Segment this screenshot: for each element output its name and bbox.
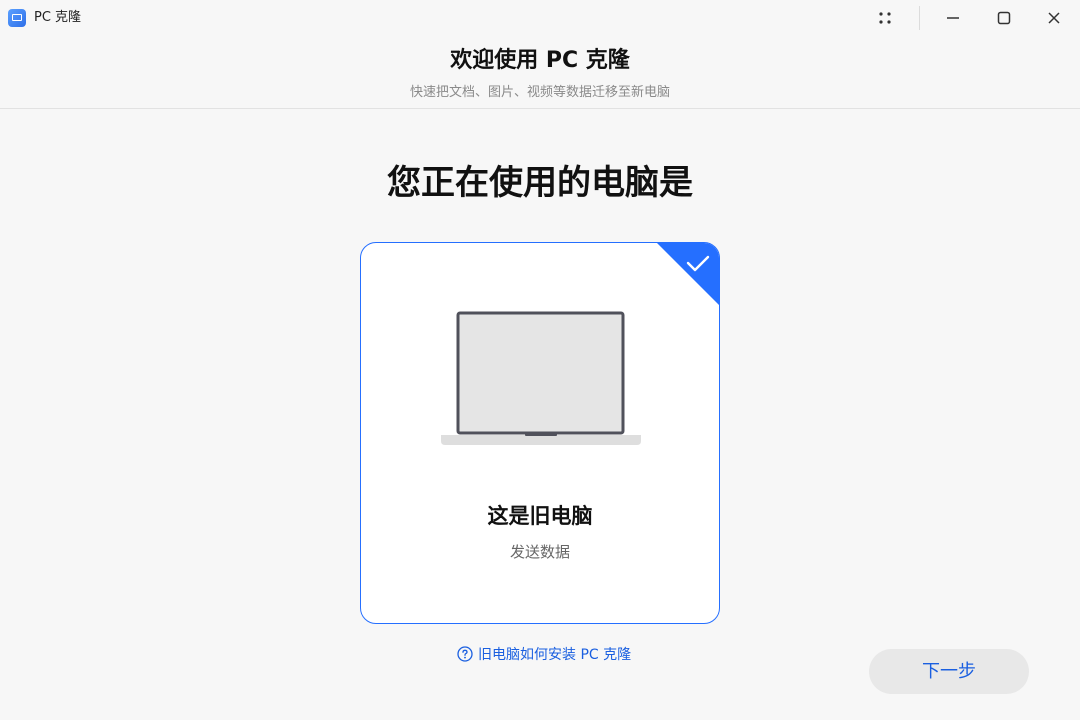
- close-icon: [1048, 12, 1060, 24]
- minimize-icon: [947, 17, 959, 19]
- more-options-button[interactable]: [865, 4, 905, 32]
- laptop-icon: [441, 311, 641, 445]
- title-bar: PC 克隆: [0, 0, 1080, 36]
- page-subtitle: 快速把文档、图片、视频等数据迁移至新电脑: [409, 85, 670, 100]
- question-circle-icon: [457, 646, 473, 662]
- next-step-button[interactable]: 下一步: [869, 649, 1029, 694]
- selected-check-icon: [657, 243, 719, 305]
- device-question-heading: 您正在使用的电脑是: [387, 163, 693, 203]
- dots-grid-icon: [879, 12, 891, 24]
- app-window: PC 克隆 欢迎使用 PC 克隆 快速把文档、图片、视频等数据迁移至新电脑 您正…: [0, 0, 1080, 720]
- maximize-button[interactable]: [984, 4, 1024, 32]
- install-help-link[interactable]: 旧电脑如何安装 PC 克隆: [457, 643, 631, 665]
- minimize-button[interactable]: [933, 4, 973, 32]
- maximize-icon: [997, 11, 1011, 25]
- install-help-label: 旧电脑如何安装 PC 克隆: [478, 647, 632, 663]
- old-computer-card[interactable]: 这是旧电脑 发送数据: [360, 242, 720, 624]
- card-title: 这是旧电脑: [487, 504, 593, 528]
- header-divider: [0, 108, 1080, 109]
- card-subtitle: 发送数据: [509, 543, 570, 561]
- app-title: PC 克隆: [34, 10, 82, 25]
- close-button[interactable]: [1034, 4, 1074, 32]
- app-logo-icon: [8, 9, 26, 27]
- titlebar-separator: [919, 6, 920, 30]
- page-title: 欢迎使用 PC 克隆: [450, 48, 630, 73]
